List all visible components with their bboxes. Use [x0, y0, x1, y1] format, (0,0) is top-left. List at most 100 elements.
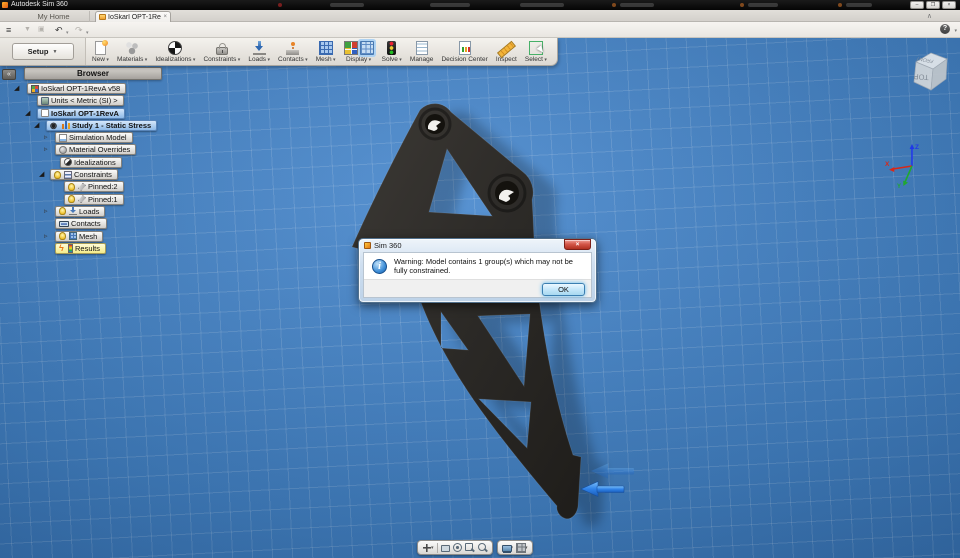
redo-icon[interactable]: ↷	[75, 24, 83, 36]
dialog-close-button[interactable]: ×	[564, 238, 591, 250]
ribbon-button-select[interactable]: Select ▾	[525, 39, 547, 65]
page-icon	[41, 109, 49, 118]
tree-item-study-1-static-stress[interactable]: Study 1 - Static Stress	[46, 119, 158, 131]
pin-icon	[78, 195, 86, 204]
orbit-tool-button[interactable]	[452, 543, 462, 552]
ribbon-button-display[interactable]: Display ▾	[343, 39, 374, 65]
tree-item-ioskarl-opt-1reva[interactable]: IoSkarl OPT-1RevA	[37, 107, 125, 119]
tree-item-mesh[interactable]: Mesh	[55, 230, 104, 242]
save-icon[interactable]: ▼	[24, 24, 31, 36]
browser-collapse-button[interactable]: «	[2, 69, 16, 80]
inspect-icon	[499, 41, 513, 55]
solve-icon	[387, 41, 397, 55]
ribbon-button-materials[interactable]: Materials ▾	[117, 39, 147, 65]
ground-tool-button[interactable]: ▾	[516, 542, 528, 553]
expander-open-icon[interactable]: ◢	[25, 109, 30, 119]
close-button[interactable]: ×	[942, 1, 956, 9]
restore-button[interactable]: ❒	[926, 1, 940, 9]
ribbon-button-manage[interactable]: Manage	[410, 39, 433, 65]
titlebar-artifact	[430, 3, 470, 7]
view-cube[interactable]: FRONT TOP	[898, 48, 958, 103]
expander-open-icon[interactable]: ◢	[14, 84, 19, 94]
display2-icon[interactable]	[359, 41, 374, 55]
ribbon-button-label: Solve ▾	[381, 56, 402, 63]
expander-closed-icon[interactable]: ▹	[44, 133, 48, 143]
zoombox-tool-button[interactable]	[464, 542, 475, 553]
ribbon-button-loads[interactable]: Loads ▾	[248, 39, 270, 65]
tree-item-constraints[interactable]: Constraints	[50, 169, 118, 181]
display-settings-group: ▾ ▾	[496, 540, 533, 555]
ribbon-button-contacts[interactable]: Contacts ▾	[278, 39, 308, 65]
expander-closed-icon[interactable]: ▹	[44, 145, 48, 155]
ribbon-button-label: Loads ▾	[248, 56, 270, 63]
decision-icon	[458, 41, 471, 55]
redo-dropdown-icon[interactable]: ▾	[86, 27, 89, 39]
monitor-icon	[501, 544, 512, 552]
pin-icon	[78, 182, 86, 191]
pan-tool-button[interactable]: ▾	[422, 542, 434, 553]
ribbon-button-constraints[interactable]: Constraints ▾	[203, 39, 240, 65]
app-menu-icon[interactable]: ≡	[6, 24, 11, 36]
minimize-button[interactable]: –	[910, 1, 924, 9]
tree-item-pinned-1[interactable]: Pinned:1	[64, 193, 124, 205]
constraint-icon	[64, 170, 72, 179]
setup-tab-button[interactable]: Setup ▼	[11, 43, 74, 60]
tree-item-label: Loads	[79, 206, 100, 216]
tree-item-idealizations[interactable]: Idealizations	[60, 156, 122, 168]
bulb-icon	[54, 170, 61, 179]
tab-document[interactable]: IoSkarl OPT-1Re... ×	[95, 11, 171, 22]
ribbon-button-label: Constraints ▾	[203, 56, 241, 63]
expander-open-icon[interactable]: ◢	[34, 121, 39, 131]
ribbon-button-decision-center[interactable]: Decision Center	[441, 39, 488, 65]
monitor-tool-button[interactable]: ▾	[501, 544, 513, 552]
tree-item-loads[interactable]: Loads	[55, 205, 106, 217]
tree-item-pinned-2[interactable]: Pinned:2	[64, 181, 124, 193]
expander-closed-icon[interactable]: ▹	[44, 207, 48, 217]
tab-close-icon[interactable]: ×	[163, 14, 167, 20]
ribbon-button-inspect[interactable]: Inspect	[496, 39, 517, 65]
ribbon-collapse-chevron-icon[interactable]: ∧	[927, 12, 932, 20]
bulb-icon	[68, 182, 75, 191]
ribbon-button-new[interactable]: New ▾	[92, 39, 109, 65]
orbit-icon	[452, 543, 462, 552]
titlebar-artifact	[620, 3, 654, 7]
undo-icon[interactable]: ↶	[55, 24, 63, 36]
ribbon-button-mesh[interactable]: Mesh ▾	[316, 39, 336, 65]
lock-icon	[215, 43, 228, 55]
zoom-tool-button[interactable]	[477, 542, 488, 553]
tree-item-units-metric-si[interactable]: Units < Metric (SI) >	[37, 95, 124, 107]
titlebar-artifact	[278, 3, 282, 7]
expander-open-icon[interactable]: ◢	[39, 170, 44, 180]
tree-row: Contacts	[0, 218, 200, 230]
ribbon-icon-wrap	[215, 40, 228, 56]
ribbon-icon-wrap	[387, 40, 397, 56]
help-dropdown-icon[interactable]: ▾	[954, 28, 957, 34]
ok-button[interactable]: OK	[542, 282, 585, 296]
tree-item-label: Simulation Model	[69, 133, 127, 143]
ribbon-button-solve[interactable]: Solve ▾	[382, 39, 402, 65]
window-title: Autodesk Sim 360	[11, 1, 68, 8]
help-icon[interactable]: ?	[940, 24, 950, 34]
export-icon[interactable]: ▣	[38, 24, 45, 36]
dialog-title-bar[interactable]: Sim 360 ×	[359, 238, 596, 252]
tree-row: ◢ Study 1 - Static Stress	[0, 119, 200, 132]
lookat-tool-button[interactable]	[440, 543, 450, 552]
tree-item-results[interactable]: Results	[55, 242, 107, 254]
ribbon-button-idealizations[interactable]: Idealizations ▾	[155, 39, 195, 65]
browser-header[interactable]: Browser	[24, 67, 162, 80]
tab-my-home[interactable]: My Home	[18, 11, 90, 22]
tree-item-simulation-model[interactable]: Simulation Model	[55, 132, 133, 144]
tree-item-material-overrides[interactable]: Material Overrides	[55, 144, 137, 156]
expander-closed-icon[interactable]: ▹	[44, 232, 48, 242]
tree-item-label: Pinned:1	[88, 194, 118, 204]
warning-dialog: Sim 360 × i Warning: Model contains 1 gr…	[358, 238, 597, 303]
tree-item-label: Results	[75, 243, 101, 253]
tree-item-contacts[interactable]: Contacts	[55, 218, 107, 230]
title-bar: Autodesk Sim 360 – ❒ ×	[0, 0, 960, 10]
bulb-icon	[59, 232, 66, 241]
tree-item-ioskarl-opt-1reva-v58[interactable]: IoSkarl OPT-1RevA v58	[27, 83, 127, 94]
viewcube-front-face-label: TOP	[913, 72, 929, 82]
undo-dropdown-icon[interactable]: ▾	[66, 27, 69, 39]
ribbon-button-label: Contacts ▾	[278, 56, 308, 63]
tree-item-label: Pinned:2	[88, 182, 118, 192]
